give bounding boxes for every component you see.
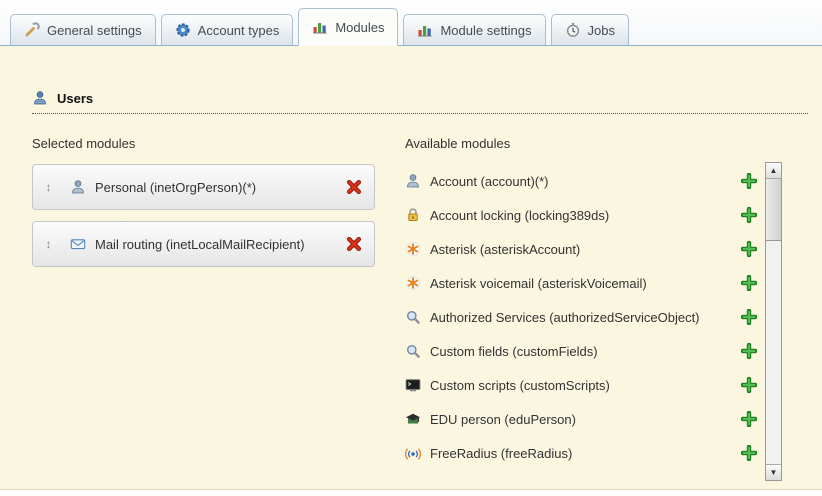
scrollbar-thumb[interactable] — [766, 179, 781, 241]
scroll-down-icon[interactable]: ▼ — [766, 464, 781, 480]
radio-signal-icon — [405, 445, 421, 461]
tab-module-settings[interactable]: Module settings — [403, 14, 545, 45]
modules-panel: Users Selected modules ↕ Personal (inetO… — [0, 46, 822, 490]
module-label: Account (account)(*) — [430, 174, 549, 189]
module-label: FreeRadius (freeRadius) — [430, 446, 572, 461]
available-module-row: Account locking (locking389ds) — [405, 198, 757, 232]
drag-handle-icon[interactable]: ↕ — [41, 180, 56, 194]
add-module-button[interactable] — [741, 343, 757, 359]
tab-label: Modules — [335, 20, 384, 35]
available-modules-scrollbar[interactable]: ▲ ▼ — [765, 162, 782, 481]
module-label: Personal (inetOrgPerson)(*) — [95, 180, 256, 195]
add-module-button[interactable] — [741, 207, 757, 223]
asterisk-icon — [405, 241, 421, 257]
selected-modules-column: Selected modules ↕ Personal (inetOrgPers… — [32, 136, 375, 481]
module-label: Account locking (locking389ds) — [430, 208, 609, 223]
module-label: Custom scripts (customScripts) — [430, 378, 610, 393]
bar-chart-icon — [312, 19, 328, 35]
lock-icon — [405, 207, 421, 223]
graduation-cap-icon — [405, 411, 421, 427]
gear-icon — [175, 22, 191, 38]
tab-label: Account types — [198, 23, 280, 38]
add-plus-icon — [741, 411, 757, 427]
tab-account-types[interactable]: Account types — [161, 14, 294, 45]
delete-x-icon — [346, 236, 362, 252]
add-plus-icon — [741, 241, 757, 257]
selected-module-mail-routing[interactable]: ↕ Mail routing (inetLocalMailRecipient) — [32, 221, 375, 267]
available-modules-column: Available modules Account (account)(*) A… — [405, 136, 757, 481]
add-plus-icon — [741, 207, 757, 223]
add-plus-icon — [741, 377, 757, 393]
add-plus-icon — [741, 309, 757, 325]
add-module-button[interactable] — [741, 377, 757, 393]
tab-label: Jobs — [588, 23, 615, 38]
remove-module-button[interactable] — [346, 236, 362, 252]
magnifier-icon — [405, 343, 421, 359]
add-plus-icon — [741, 343, 757, 359]
delete-x-icon — [346, 179, 362, 195]
add-plus-icon — [741, 445, 757, 461]
add-module-button[interactable] — [741, 241, 757, 257]
tab-label: General settings — [47, 23, 142, 38]
scroll-up-icon[interactable]: ▲ — [766, 163, 781, 179]
tab-jobs[interactable]: Jobs — [551, 14, 629, 45]
drag-handle-icon[interactable]: ↕ — [41, 237, 56, 251]
modules-columns: Selected modules ↕ Personal (inetOrgPers… — [32, 136, 808, 481]
person-icon — [405, 173, 421, 189]
available-modules-heading: Available modules — [405, 136, 757, 152]
add-module-button[interactable] — [741, 173, 757, 189]
add-module-button[interactable] — [741, 445, 757, 461]
module-label: Asterisk voicemail (asteriskVoicemail) — [430, 276, 647, 291]
module-label: EDU person (eduPerson) — [430, 412, 576, 427]
available-module-row: Custom fields (customFields) — [405, 334, 757, 368]
module-label: Custom fields (customFields) — [430, 344, 598, 359]
wrench-icon — [24, 22, 40, 38]
asterisk-icon — [405, 275, 421, 291]
magnifier-icon — [405, 309, 421, 325]
add-module-button[interactable] — [741, 411, 757, 427]
envelope-icon — [70, 236, 86, 252]
bar-chart-icon — [417, 22, 433, 38]
available-module-row: Authorized Services (authorizedServiceOb… — [405, 300, 757, 334]
add-plus-icon — [741, 173, 757, 189]
person-icon — [70, 179, 86, 195]
section-title: Users — [57, 91, 93, 106]
terminal-icon — [405, 377, 421, 393]
tab-bar: General settings Account types Modules M… — [0, 0, 822, 46]
remove-module-button[interactable] — [346, 179, 362, 195]
clock-icon — [565, 22, 581, 38]
available-module-row: Account (account)(*) — [405, 164, 757, 198]
tab-general-settings[interactable]: General settings — [10, 14, 156, 45]
module-label: Mail routing (inetLocalMailRecipient) — [95, 237, 305, 252]
module-label: Authorized Services (authorizedServiceOb… — [430, 310, 700, 325]
available-module-row: Asterisk (asteriskAccount) — [405, 232, 757, 266]
tab-modules[interactable]: Modules — [298, 8, 398, 46]
available-module-row: Asterisk voicemail (asteriskVoicemail) — [405, 266, 757, 300]
user-icon — [32, 90, 48, 106]
available-module-row: Custom scripts (customScripts) — [405, 368, 757, 402]
module-label: Asterisk (asteriskAccount) — [430, 242, 580, 257]
tab-label: Module settings — [440, 23, 531, 38]
selected-modules-heading: Selected modules — [32, 136, 375, 152]
available-module-row: EDU person (eduPerson) — [405, 402, 757, 436]
add-module-button[interactable] — [741, 309, 757, 325]
add-plus-icon — [741, 275, 757, 291]
selected-module-personal[interactable]: ↕ Personal (inetOrgPerson)(*) — [32, 164, 375, 210]
users-section-header: Users — [32, 90, 808, 114]
add-module-button[interactable] — [741, 275, 757, 291]
available-module-row: FreeRadius (freeRadius) — [405, 436, 757, 470]
